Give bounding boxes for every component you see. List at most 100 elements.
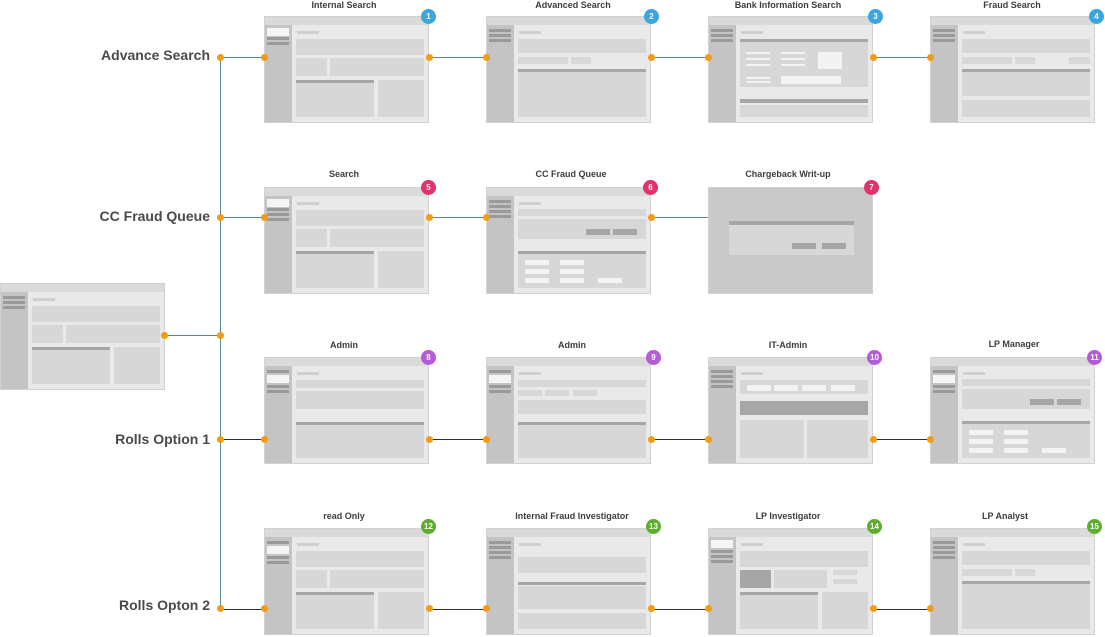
screen-thumbnail-11[interactable] — [930, 357, 1095, 464]
connector-dot — [261, 54, 268, 61]
screen-title-2: Advanced Search — [535, 0, 611, 10]
link-14-15 — [873, 609, 931, 610]
number-badge-15: 15 — [1087, 519, 1102, 534]
screen-thumbnail-13[interactable] — [486, 528, 651, 635]
connector-dot — [705, 54, 712, 61]
link-6-7 — [651, 217, 709, 218]
number-badge-7: 7 — [864, 180, 879, 195]
screen-title-11: LP Manager — [988, 339, 1040, 349]
link-1-2 — [429, 57, 487, 58]
link-3-4 — [873, 57, 931, 58]
connector-dot — [161, 332, 168, 339]
connector-dot — [927, 605, 934, 612]
screen-thumbnail-2[interactable] — [486, 16, 651, 123]
screen-title-9: Admin — [558, 340, 586, 350]
connector-dot — [483, 54, 490, 61]
screen-title-1: Internal Search — [311, 0, 377, 10]
screen-title-4: Fraud Search — [983, 0, 1041, 10]
screen-thumbnail-3[interactable] — [708, 16, 873, 123]
connector-dot — [648, 214, 655, 221]
connector-dot — [870, 436, 877, 443]
screen-title-12: read Only — [323, 511, 365, 521]
row-label-rolls-option-1: Rolls Option 1 — [115, 431, 210, 447]
number-badge-11: 11 — [1087, 350, 1102, 365]
screen-title-15: LP Analyst — [981, 511, 1028, 521]
screen-title-14: LP Investigator — [755, 511, 821, 521]
screen-sidebar — [1, 292, 28, 389]
number-badge-8: 8 — [421, 350, 436, 365]
connector-dot — [870, 605, 877, 612]
connector-dot — [705, 436, 712, 443]
link-12-13 — [429, 609, 487, 610]
link-root-trunk — [165, 335, 221, 336]
connector-dot — [927, 436, 934, 443]
number-badge-6: 6 — [643, 180, 658, 195]
screen-thumbnail-9[interactable] — [486, 357, 651, 464]
number-badge-3: 3 — [868, 9, 883, 24]
connector-dot — [648, 436, 655, 443]
number-badge-2: 2 — [644, 9, 659, 24]
screen-thumbnail-10[interactable] — [708, 357, 873, 464]
screen-thumbnail-1[interactable] — [264, 16, 429, 123]
row-label-rolls-option-2: Rolls Opton 2 — [119, 597, 210, 613]
number-badge-5: 5 — [421, 180, 436, 195]
screen-title-7: Chargeback Writ-up — [745, 169, 831, 179]
screen-title-10: IT-Admin — [768, 340, 808, 350]
screen-thumbnail-8[interactable] — [264, 357, 429, 464]
link-5-6 — [429, 217, 487, 218]
connector-dot — [261, 214, 268, 221]
connector-dot — [261, 436, 268, 443]
connector-dot — [426, 214, 433, 221]
connector-dot — [426, 436, 433, 443]
connector-dot — [261, 605, 268, 612]
link-9-10 — [651, 439, 709, 440]
connector-dot — [483, 436, 490, 443]
screen-title-5: Search — [328, 169, 360, 179]
screen-thumbnail-4[interactable] — [930, 16, 1095, 123]
screen-thumbnail-7[interactable] — [708, 187, 873, 294]
number-badge-1: 1 — [421, 9, 436, 24]
link-8-9 — [429, 439, 487, 440]
screen-title-13: Internal Fraud Investigator — [515, 511, 629, 521]
connector-dot — [870, 54, 877, 61]
number-badge-12: 12 — [421, 519, 436, 534]
number-badge-13: 13 — [646, 519, 661, 534]
connector-dot — [483, 605, 490, 612]
link-row3 — [220, 439, 265, 440]
connector-dot — [217, 605, 224, 612]
screen-thumbnail-6[interactable] — [486, 187, 651, 294]
link-row4 — [220, 609, 265, 610]
number-badge-4: 4 — [1089, 9, 1104, 24]
link-row1 — [220, 57, 265, 58]
row-label-advance-search: Advance Search — [101, 47, 210, 63]
screen-thumbnail-12[interactable] — [264, 528, 429, 635]
connector-dot — [648, 605, 655, 612]
connector-dot — [927, 54, 934, 61]
connector-dot — [705, 605, 712, 612]
screen-thumbnail-15[interactable] — [930, 528, 1095, 635]
root-screen-thumbnail[interactable] — [0, 283, 165, 390]
connector-dot — [217, 436, 224, 443]
connector-dot — [648, 54, 655, 61]
number-badge-10: 10 — [867, 350, 882, 365]
connector-dot — [426, 54, 433, 61]
link-13-14 — [651, 609, 709, 610]
screen-topbar — [1, 284, 164, 292]
connector-dot — [217, 214, 224, 221]
screen-title-8: Admin — [330, 340, 358, 350]
connector-dot — [217, 54, 224, 61]
number-badge-14: 14 — [867, 519, 882, 534]
link-10-11 — [873, 439, 931, 440]
screen-title-3: Bank Information Search — [734, 0, 842, 10]
connector-dot — [217, 332, 224, 339]
connector-dot — [483, 214, 490, 221]
connector-dot — [426, 605, 433, 612]
number-badge-9: 9 — [646, 350, 661, 365]
screen-thumbnail-5[interactable] — [264, 187, 429, 294]
screen-title-6: CC Fraud Queue — [535, 169, 607, 179]
row-label-cc-fraud-queue: CC Fraud Queue — [99, 208, 210, 224]
link-row2 — [220, 217, 265, 218]
screen-thumbnail-14[interactable] — [708, 528, 873, 635]
link-2-3 — [651, 57, 709, 58]
sitemap-diagram: Advance Search CC Fraud Queue Rolls Opti… — [0, 0, 1105, 637]
